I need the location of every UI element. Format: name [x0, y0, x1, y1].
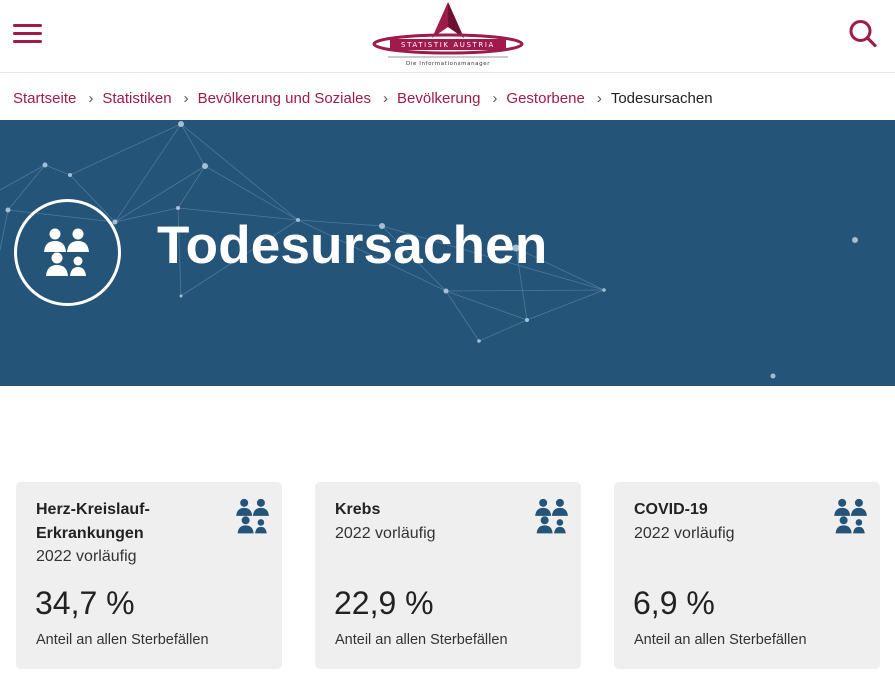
card-description: Anteil an allen Sterbefällen — [634, 632, 807, 648]
breadcrumb-separator: › — [383, 89, 389, 107]
breadcrumb: Startseite › Statistiken › Bevölkerung u… — [13, 88, 713, 108]
population-group-icon — [533, 497, 573, 542]
stat-card-covid-19[interactable]: COVID-19 2022 vorläufig 6,9 % Anteil an … — [614, 482, 880, 669]
card-value: 6,9 % — [633, 585, 715, 621]
card-value: 22,9 % — [334, 585, 434, 621]
logo-tagline: Die Informationsmanager — [405, 61, 491, 67]
hamburger-menu-icon[interactable] — [13, 24, 43, 44]
statistik-austria-logo[interactable]: STATISTIK AUSTRIA Die Informationsmanage… — [372, 0, 524, 72]
breadcrumb-link-bevoelkerung-und-soziales[interactable]: Bevölkerung und Soziales — [198, 90, 371, 107]
breadcrumb-link-gestorbene[interactable]: Gestorbene — [506, 90, 584, 107]
breadcrumb-link-bevoelkerung[interactable]: Bevölkerung — [397, 90, 480, 107]
breadcrumb-separator: › — [596, 89, 602, 107]
page-title: Todesursachen — [157, 216, 548, 275]
population-group-icon — [234, 497, 274, 542]
breadcrumb-separator: › — [492, 89, 498, 107]
card-title: Herz-Kreislauf-Erkrankungen — [36, 501, 150, 542]
card-title: Krebs — [335, 501, 381, 518]
card-value: 34,7 % — [35, 585, 135, 621]
card-description: Anteil an allen Sterbefällen — [36, 632, 209, 648]
logo-name: STATISTIK AUSTRIA — [401, 41, 495, 49]
hero-banner: Todesursachen — [0, 120, 895, 386]
search-icon[interactable] — [848, 19, 878, 49]
card-year: 2022 vorläufig — [36, 548, 137, 565]
card-year: 2022 vorläufig — [634, 525, 735, 542]
population-group-icon — [14, 199, 121, 306]
stat-card-krebs[interactable]: Krebs 2022 vorläufig 22,9 % Anteil an al… — [315, 482, 581, 669]
card-title: COVID-19 — [634, 501, 708, 518]
breadcrumb-current: Todesursachen — [610, 89, 713, 107]
breadcrumb-separator: › — [88, 89, 94, 107]
stat-card-herz-kreislauf[interactable]: Herz-Kreislauf-Erkrankungen 2022 vorläuf… — [16, 482, 282, 669]
population-group-icon — [832, 497, 872, 542]
site-header: STATISTIK AUSTRIA Die Informationsmanage… — [0, 0, 895, 73]
breadcrumb-separator: › — [183, 89, 189, 107]
card-description: Anteil an allen Sterbefällen — [335, 632, 508, 648]
card-year: 2022 vorläufig — [335, 525, 436, 542]
breadcrumb-link-startseite[interactable]: Startseite — [13, 90, 76, 107]
breadcrumb-link-statistiken[interactable]: Statistiken — [102, 90, 171, 107]
